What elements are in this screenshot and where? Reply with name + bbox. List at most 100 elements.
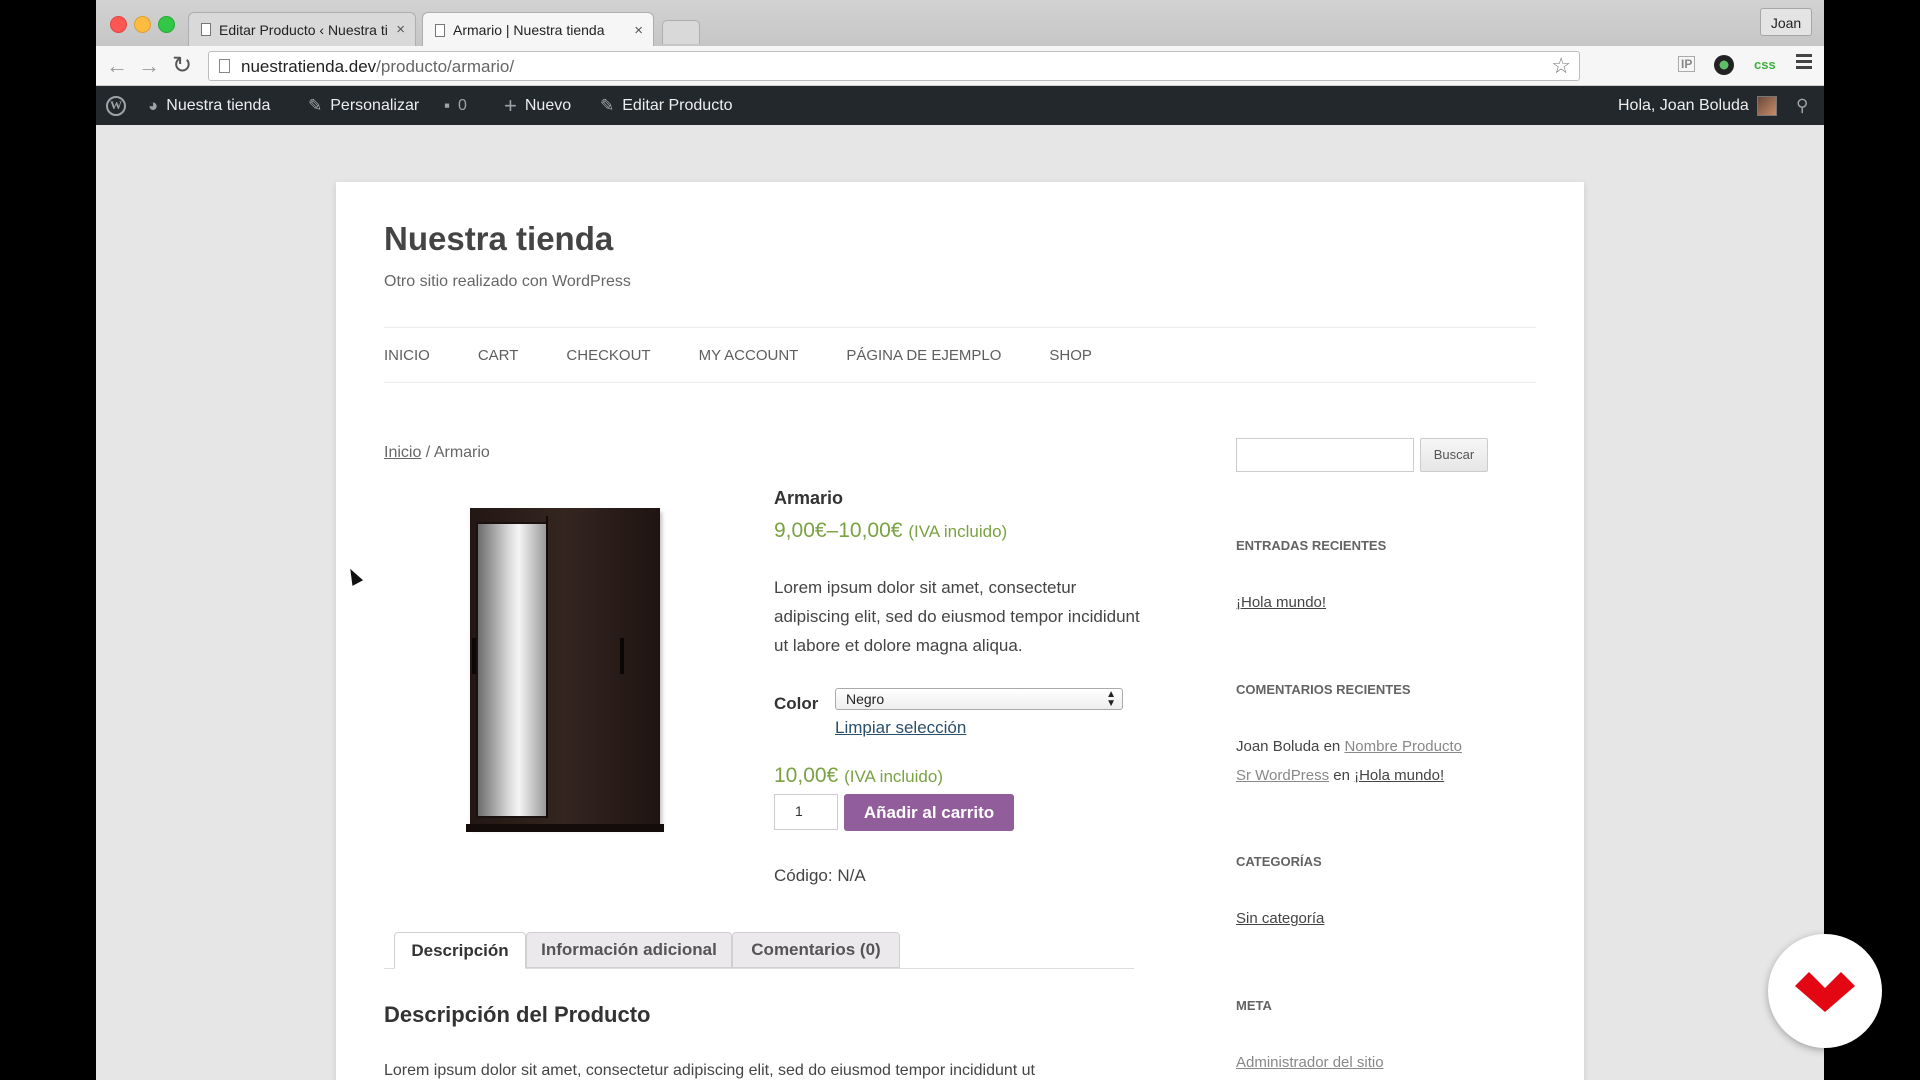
color-select[interactable]: Negro ▲ ▼ bbox=[835, 688, 1123, 710]
nav-item-my-account[interactable]: MY ACCOUNT bbox=[699, 347, 799, 364]
breadcrumb-home-link[interactable]: Inicio bbox=[384, 444, 421, 461]
reload-icon[interactable]: ↻ bbox=[172, 52, 192, 80]
color-extension-icon[interactable] bbox=[1714, 55, 1734, 75]
short-description: Lorem ipsum dolor sit amet, consectetur … bbox=[774, 578, 1140, 655]
quantity-input[interactable]: 1 bbox=[774, 794, 838, 830]
brush-icon: ✎ bbox=[308, 95, 323, 115]
comment-post-link[interactable]: Nombre Producto bbox=[1344, 738, 1462, 755]
page-container: Nuestra tienda Otro sitio realizado con … bbox=[336, 182, 1584, 1080]
address-bar[interactable]: nuestratienda.dev/producto/armario/ ☆ bbox=[208, 51, 1580, 81]
wp-logo-menu[interactable]: W bbox=[106, 86, 126, 125]
dashboard-icon: ◕ bbox=[148, 95, 159, 115]
add-to-cart-button[interactable]: Añadir al carrito bbox=[844, 794, 1014, 831]
user-account-menu[interactable]: Hola, Joan Boluda bbox=[1618, 86, 1777, 125]
wardrobe-divider bbox=[546, 516, 548, 818]
bookmark-star-icon[interactable]: ☆ bbox=[1551, 53, 1571, 79]
tab-comentarios[interactable]: Comentarios (0) bbox=[732, 932, 900, 968]
recent-comments-list: Joan Boluda en Nombre Producto Sr WordPr… bbox=[1236, 732, 1462, 790]
admin-search[interactable]: ⚲ bbox=[1796, 86, 1816, 125]
edit-product-menu[interactable]: ✎ Editar Producto bbox=[600, 86, 733, 125]
tab-edit-product[interactable]: Editar Producto ‹ Nuestra tie × bbox=[188, 12, 416, 46]
plus-icon: + bbox=[504, 92, 517, 118]
category-link[interactable]: Sin categoría bbox=[1236, 910, 1324, 927]
tab-informacion-adicional[interactable]: Información adicional bbox=[526, 932, 732, 968]
nav-item-cart[interactable]: CART bbox=[478, 347, 519, 364]
new-tab-button[interactable] bbox=[662, 20, 700, 44]
meta-admin-link[interactable]: Administrador del sitio bbox=[1236, 1054, 1384, 1071]
close-window-button[interactable] bbox=[110, 16, 127, 33]
new-label: Nuevo bbox=[524, 96, 572, 114]
nav-item-shop[interactable]: SHOP bbox=[1049, 347, 1092, 364]
profile-button[interactable]: Joan bbox=[1760, 8, 1812, 36]
site-title[interactable]: Nuestra tienda bbox=[384, 220, 613, 258]
comments-menu[interactable]: ▪ 0 bbox=[444, 86, 467, 125]
main-navigation: INICIO CART CHECKOUT MY ACCOUNT PÁGINA D… bbox=[384, 327, 1536, 383]
variation-price-value: 10,00€ bbox=[774, 764, 839, 787]
pencil-icon: ✎ bbox=[600, 95, 615, 115]
product-image[interactable] bbox=[466, 508, 664, 832]
nav-item-inicio[interactable]: INICIO bbox=[384, 347, 430, 364]
nav-item-checkout[interactable]: CHECKOUT bbox=[566, 347, 650, 364]
url-text: nuestratienda.dev/producto/armario/ bbox=[241, 57, 515, 76]
select-arrows-icon: ▲ ▼ bbox=[1106, 689, 1116, 709]
browser-window: Editar Producto ‹ Nuestra tie × Armario … bbox=[96, 0, 1824, 1080]
description-title: Descripción del Producto bbox=[384, 1002, 651, 1027]
tab-descripcion[interactable]: Descripción bbox=[394, 932, 526, 969]
avatar bbox=[1756, 95, 1777, 116]
comment-in: en bbox=[1333, 767, 1350, 784]
product-price: 9,00€–10,00€ (IVA incluido) bbox=[774, 519, 1144, 543]
product-summary: Armario 9,00€–10,00€ (IVA incluido) Lore… bbox=[774, 488, 1144, 886]
recent-posts-title: ENTRADAS RECIENTES bbox=[1236, 538, 1387, 553]
customize-menu[interactable]: ✎ Personalizar bbox=[308, 86, 419, 125]
new-content-menu[interactable]: + Nuevo bbox=[504, 86, 571, 125]
wordpress-logo-icon: W bbox=[106, 95, 126, 116]
color-label: Color bbox=[774, 694, 819, 713]
comment-in: en bbox=[1323, 738, 1341, 755]
tab-armario[interactable]: Armario | Nuestra tienda × bbox=[422, 12, 654, 47]
close-icon[interactable]: × bbox=[396, 21, 405, 38]
color-selected-value: Negro bbox=[846, 691, 885, 707]
greeting-label: Hola, Joan Boluda bbox=[1618, 96, 1749, 114]
recent-comments-title: COMENTARIOS RECIENTES bbox=[1236, 682, 1411, 697]
ip-extension-icon[interactable]: IP bbox=[1678, 56, 1696, 72]
channel-logo-badge bbox=[1768, 934, 1882, 1048]
site-description: Otro sitio realizado con WordPress bbox=[384, 273, 631, 290]
site-name-menu[interactable]: ◕ Nuestra tienda bbox=[148, 86, 270, 125]
comment-post-link[interactable]: ¡Hola mundo! bbox=[1354, 767, 1444, 784]
tab-title: Armario | Nuestra tienda bbox=[453, 22, 605, 38]
back-icon[interactable]: ← bbox=[106, 52, 128, 80]
browser-toolbar: ← → ↻ nuestratienda.dev/producto/armario… bbox=[96, 46, 1824, 86]
logo-icon bbox=[1795, 972, 1855, 1012]
search-button[interactable]: Buscar bbox=[1420, 438, 1488, 472]
product-tabs: Descripción Información adicional Coment… bbox=[384, 932, 1134, 969]
description-text: Lorem ipsum dolor sit amet, consectetur … bbox=[384, 1062, 1035, 1079]
price-range: 9,00€–10,00€ bbox=[774, 519, 903, 542]
comments-count: 0 bbox=[458, 96, 467, 114]
minimize-window-button[interactable] bbox=[134, 16, 151, 33]
close-icon[interactable]: × bbox=[634, 22, 643, 39]
breadcrumb-current: Armario bbox=[433, 444, 490, 461]
wardrobe-handle bbox=[620, 638, 624, 674]
nav-item-pagina-ejemplo[interactable]: PÁGINA DE EJEMPLO bbox=[846, 347, 1001, 364]
breadcrumb-separator: / bbox=[421, 444, 434, 461]
edit-product-label: Editar Producto bbox=[622, 96, 733, 114]
forward-icon[interactable]: → bbox=[138, 52, 160, 80]
maximize-window-button[interactable] bbox=[158, 16, 175, 33]
reset-variations-link[interactable]: Limpiar selección bbox=[835, 718, 966, 738]
wp-admin-bar: W ◕ Nuestra tienda ✎ Personalizar ▪ 0 + … bbox=[96, 86, 1824, 125]
comment-author-link[interactable]: Sr WordPress bbox=[1236, 767, 1329, 784]
wardrobe-base bbox=[466, 824, 664, 832]
comment-icon: ▪ bbox=[444, 95, 451, 115]
variations: Color Negro ▲ ▼ Limpiar selección bbox=[774, 688, 1144, 746]
product-title: Armario bbox=[774, 488, 844, 508]
recent-post-link[interactable]: ¡Hola mundo! bbox=[1236, 594, 1326, 611]
search-input[interactable] bbox=[1236, 438, 1414, 472]
categories-title: CATEGORÍAS bbox=[1236, 854, 1322, 869]
tab-title: Editar Producto ‹ Nuestra tie bbox=[219, 21, 389, 38]
variation-price: 10,00€ (IVA incluido) bbox=[774, 764, 1144, 788]
browser-menu-icon[interactable] bbox=[1796, 54, 1812, 72]
breadcrumb: Inicio / Armario bbox=[384, 444, 490, 462]
product-sku: Código: N/A bbox=[774, 866, 866, 885]
price-suffix: (IVA incluido) bbox=[908, 522, 1008, 541]
css-extension-icon[interactable]: css bbox=[1754, 57, 1776, 72]
